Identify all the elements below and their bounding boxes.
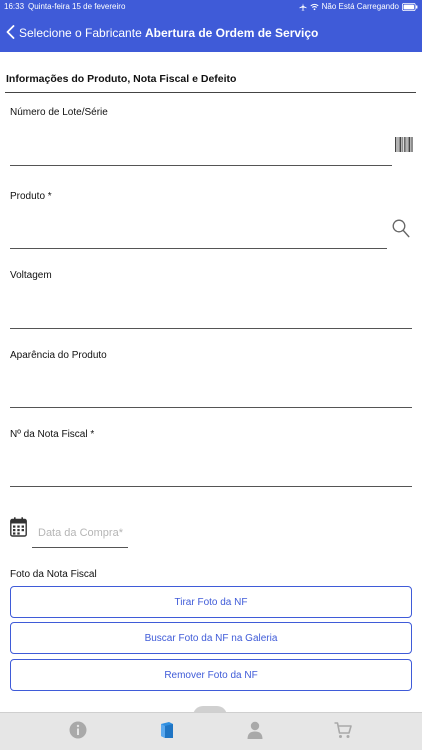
cart-icon [334, 721, 352, 744]
lot-serial-label: Número de Lote/Série [10, 107, 108, 118]
chevron-left-icon [6, 24, 15, 42]
purchase-date-underline [32, 547, 128, 548]
battery-icon [402, 3, 418, 11]
tab-bar [0, 712, 422, 750]
product-label: Produto * [10, 191, 52, 202]
lot-serial-underline [10, 165, 392, 166]
lot-serial-input[interactable] [10, 141, 390, 163]
user-icon [247, 721, 263, 744]
wifi-icon [310, 3, 319, 11]
book-icon [159, 721, 175, 744]
tab-manual[interactable] [142, 713, 192, 750]
app-screen: 16:33 Quinta-feira 15 de fevereiro Não E… [0, 0, 422, 750]
status-date: Quinta-feira 15 de fevereiro [28, 2, 126, 11]
tab-info[interactable] [53, 713, 103, 750]
take-invoice-photo-button[interactable]: Tirar Foto da NF [10, 586, 412, 618]
product-input[interactable] [10, 224, 385, 246]
status-indicators: Não Está Carregando [299, 0, 418, 14]
section-divider [5, 92, 416, 93]
invoice-number-underline [10, 486, 412, 487]
battery-status-text: Não Está Carregando [321, 2, 399, 11]
barcode-icon[interactable] [395, 137, 413, 157]
back-button-label: Selecione o Fabricante [19, 26, 142, 40]
page-title: Abertura de Ordem de Serviço [145, 26, 319, 40]
section-title: Informações do Produto, Nota Fiscal e De… [6, 73, 237, 85]
airplane-icon [299, 3, 307, 11]
appearance-label: Aparência do Produto [10, 350, 107, 361]
invoice-number-input[interactable] [10, 462, 410, 484]
back-button[interactable]: Selecione o Fabricante [6, 14, 142, 52]
appearance-input[interactable] [10, 383, 410, 405]
search-icon[interactable] [392, 219, 410, 243]
nav-bar: Selecione o Fabricante Abertura de Ordem… [0, 14, 422, 52]
gallery-invoice-photo-button[interactable]: Buscar Foto da NF na Galeria [10, 622, 412, 654]
tab-profile[interactable] [230, 713, 280, 750]
purchase-date-field[interactable]: Data da Compra* [32, 522, 128, 544]
remove-invoice-photo-button[interactable]: Remover Foto da NF [10, 659, 412, 691]
voltage-label: Voltagem [10, 270, 52, 281]
product-underline [10, 248, 387, 249]
invoice-number-label: Nº da Nota Fiscal * [10, 429, 95, 440]
voltage-input[interactable] [10, 304, 410, 326]
info-icon [69, 721, 87, 744]
status-bar: 16:33 Quinta-feira 15 de fevereiro Não E… [0, 0, 422, 14]
invoice-photo-label: Foto da Nota Fiscal [10, 569, 97, 580]
voltage-underline [10, 328, 412, 329]
appearance-underline [10, 407, 412, 408]
tab-cart[interactable] [318, 713, 368, 750]
status-time: 16:33 [4, 2, 25, 11]
calendar-icon[interactable] [10, 517, 27, 542]
